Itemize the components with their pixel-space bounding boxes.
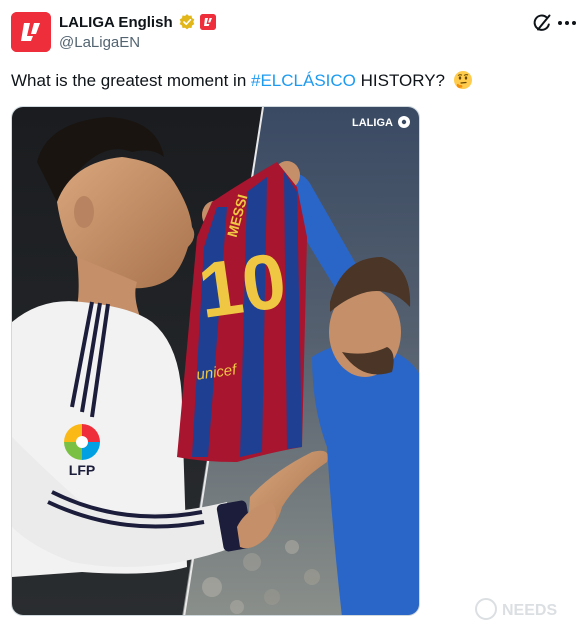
laliga-affiliate-icon[interactable] [199, 14, 216, 30]
more-horizontal-icon[interactable] [556, 14, 578, 32]
tweet-text-part: HISTORY? [355, 71, 446, 90]
media-image[interactable]: LFP MESSI 10 unicef LALIGA [11, 106, 420, 616]
lfp-badge-icon: LFP [64, 424, 100, 478]
grok-icon[interactable] [531, 12, 553, 34]
author-handle[interactable]: @LaLigaEN [59, 34, 140, 51]
watermark-text: NEEDS [502, 602, 557, 619]
overlay-brand-text: LALIGA [352, 117, 393, 129]
hashtag-link[interactable]: #ELCLÁSICO [251, 71, 356, 90]
laliga-logo-icon [11, 12, 51, 52]
tweet-text-part: What is the greatest moment in [11, 71, 251, 90]
shirt-number-text: 10 [193, 236, 291, 335]
thinking-face-emoji [453, 70, 473, 90]
laliga-avatar[interactable] [11, 12, 51, 52]
tweet-text: What is the greatest moment in #ELCLÁSIC… [11, 70, 473, 92]
laliga-overlay-logo: LALIGA [352, 116, 410, 129]
watermark-circle-icon [475, 598, 497, 620]
lfp-badge-text: LFP [69, 462, 95, 478]
author-display-name[interactable]: LALIGA English [59, 14, 173, 31]
watermark-logo: NEEDS [474, 596, 578, 622]
author-name-row: LALIGA English [59, 12, 216, 32]
tweet-card: LALIGA English @LaLigaEN What is the gre… [0, 0, 583, 630]
gold-verified-badge-icon [178, 13, 196, 31]
